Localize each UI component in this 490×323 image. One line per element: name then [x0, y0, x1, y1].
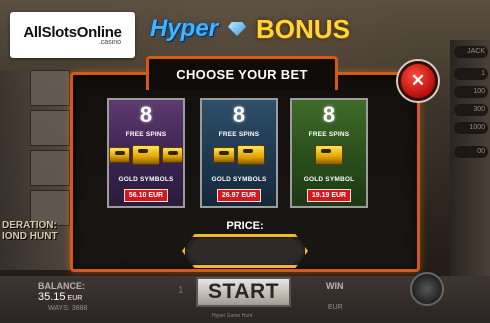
jackpot-row: 300 [454, 104, 488, 116]
gold-car-icon [161, 147, 183, 163]
balance-amount: 35.15 [38, 291, 66, 303]
game-logo: DERATION: IOND HUNT [0, 220, 70, 270]
bonus-title: Hyper BONUS [150, 12, 350, 46]
price-field [186, 238, 304, 264]
site-logo-sub: .casino [98, 39, 121, 46]
free-spins-label: FREE SPINS [125, 131, 167, 138]
start-button[interactable]: START [196, 277, 291, 307]
balance-value: 35.15 EUR [38, 291, 82, 303]
gold-symbols-art [109, 142, 183, 168]
ways-label: WAYS: 3888 [48, 305, 88, 312]
spin-count: 8 [139, 102, 153, 127]
win-unit: EUR [328, 304, 343, 311]
title-hyper: Hyper [150, 15, 219, 42]
site-logo: AllSlotsOnline .casino [10, 12, 135, 58]
jackpot-row: 1 [454, 68, 488, 80]
title-bonus: BONUS [256, 13, 350, 44]
gold-symbols-label: GOLD SYMBOLS [211, 176, 267, 183]
bet-option-1[interactable]: 8 FREE SPINS GOLD SYMBOLS 56.10 EUR [107, 98, 185, 208]
win-label: WIN [326, 281, 344, 291]
modal-title: CHOOSE YOUR BET [146, 56, 338, 90]
bet-value: 1 [178, 285, 184, 296]
gold-symbols-art [292, 142, 366, 168]
price-button[interactable]: 56.10 EUR [124, 189, 168, 202]
jackpot-row: 1000 [454, 122, 488, 134]
jackpot-panel: JACK 1 100 300 1000 00 [450, 40, 490, 280]
reel-slot [30, 150, 70, 186]
reel-slot [30, 70, 70, 106]
reel-slot [30, 110, 70, 146]
price-button[interactable]: 19.19 EUR [307, 189, 351, 202]
spin-count: 8 [232, 102, 246, 127]
balance-label: BALANCE: [38, 281, 85, 291]
close-icon: ✕ [410, 71, 426, 90]
free-spins-label: FREE SPINS [308, 131, 350, 138]
jackpot-row: JACK [454, 46, 488, 58]
close-button[interactable]: ✕ [398, 61, 438, 101]
game-logo-line: DERATION: [2, 220, 57, 231]
gold-car-icon [132, 145, 160, 165]
gold-symbols-art [202, 142, 276, 168]
price-label: PRICE: [226, 220, 264, 232]
spin-button[interactable] [410, 272, 444, 306]
diamond-icon [228, 22, 247, 36]
gold-car-icon [237, 145, 265, 165]
gold-car-icon [213, 147, 235, 163]
balance-unit: EUR [67, 295, 83, 302]
gold-car-icon [109, 147, 131, 163]
free-spins-label: FREE SPINS [218, 131, 260, 138]
gold-car-icon [315, 145, 343, 165]
price-button[interactable]: 26.97 EUR [217, 189, 261, 202]
jackpot-row: 100 [454, 86, 488, 98]
gold-symbols-label: GOLD SYMBOL [303, 176, 355, 183]
spin-count: 8 [322, 102, 336, 127]
jackpot-row: 00 [454, 146, 488, 158]
bet-option-3[interactable]: 8 FREE SPINS GOLD SYMBOL 19.19 EUR [290, 98, 368, 208]
caption-text: Hyper Game Hunt [212, 313, 253, 319]
game-logo-line: IOND HUNT [2, 231, 58, 242]
gold-symbols-label: GOLD SYMBOLS [118, 176, 174, 183]
bet-option-2[interactable]: 8 FREE SPINS GOLD SYMBOLS 26.97 EUR [200, 98, 278, 208]
